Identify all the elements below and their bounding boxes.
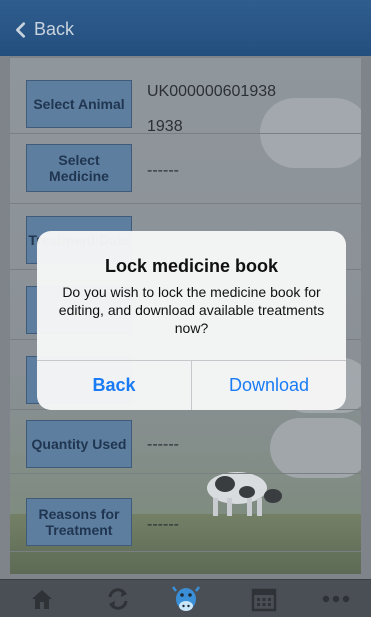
alert-title: Lock medicine book xyxy=(104,256,279,276)
lock-medicine-book-alert: Lock medicine book Do you wish to lock t… xyxy=(37,231,346,410)
alert-actions: Back Download xyxy=(37,360,346,410)
alert-download-button[interactable]: Download xyxy=(192,361,346,410)
alert-message: Do you wish to lock the medicine book fo… xyxy=(58,284,325,336)
alert-back-button[interactable]: Back xyxy=(37,361,192,410)
app-screen: Back Select Animal UK000000601938 1938 S… xyxy=(0,0,371,617)
